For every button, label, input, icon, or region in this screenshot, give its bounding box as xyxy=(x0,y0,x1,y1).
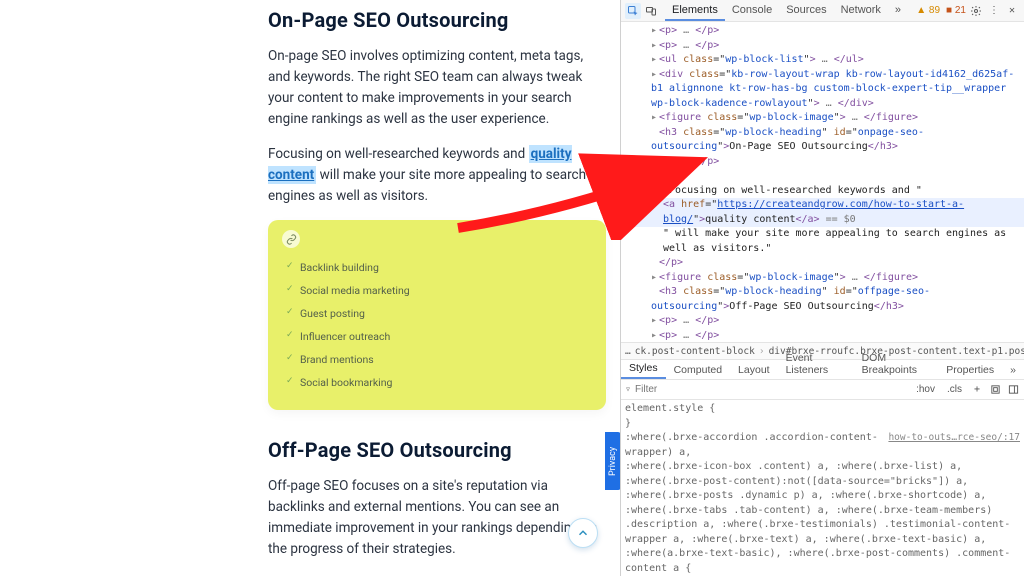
checklist: Backlink building Social media marketing… xyxy=(286,256,588,394)
inspect-icon[interactable] xyxy=(625,3,641,19)
new-style-rule-icon[interactable]: + xyxy=(970,383,984,397)
list-item: Social bookmarking xyxy=(286,371,588,394)
styles-panel: Styles Computed Layout Event Listeners D… xyxy=(621,360,1024,576)
hov-toggle[interactable]: :hov xyxy=(912,383,939,396)
filter-icon: ▿ xyxy=(625,384,631,395)
gear-icon[interactable] xyxy=(968,3,984,19)
chevron-up-icon xyxy=(576,526,590,540)
article-panel: On-Page SEO Outsourcing On-page SEO invo… xyxy=(0,0,620,576)
scroll-to-top-button[interactable] xyxy=(568,518,598,548)
tab-network[interactable]: Network xyxy=(834,0,888,21)
tab-styles[interactable]: Styles xyxy=(621,359,666,379)
devtools-toolbar: Elements Console Sources Network » ▲ 89 … xyxy=(621,0,1024,22)
callout-card: Backlink building Social media marketing… xyxy=(268,220,606,410)
heading-off-page: Off-Page SEO Outsourcing xyxy=(268,438,606,462)
tab-event-listeners[interactable]: Event Listeners xyxy=(778,349,854,379)
kebab-menu-icon[interactable]: ⋮ xyxy=(986,3,1002,19)
tabs-overflow-icon[interactable]: » xyxy=(888,0,908,21)
issue-count[interactable]: ■ 21 xyxy=(946,5,966,16)
list-item: Brand mentions xyxy=(286,348,588,371)
heading-on-page: On-Page SEO Outsourcing xyxy=(268,8,606,32)
paragraph: On-page SEO involves optimizing content,… xyxy=(268,46,606,130)
list-item: Social media marketing xyxy=(286,279,588,302)
tab-layout[interactable]: Layout xyxy=(730,361,778,379)
link-icon xyxy=(282,230,300,248)
sidebar-toggle-icon[interactable] xyxy=(1006,383,1020,397)
tabs-overflow-icon[interactable]: » xyxy=(1002,361,1024,379)
computed-reveal-icon[interactable] xyxy=(988,383,1002,397)
list-item: Influencer outreach xyxy=(286,325,588,348)
tab-computed[interactable]: Computed xyxy=(666,361,730,379)
warning-count[interactable]: ▲ 89 xyxy=(916,5,940,16)
devtools-panel: Elements Console Sources Network » ▲ 89 … xyxy=(620,0,1024,576)
device-toolbar-icon[interactable] xyxy=(643,3,659,19)
paragraph: Focusing on well-researched keywords and… xyxy=(268,144,606,207)
cls-toggle[interactable]: .cls xyxy=(943,383,966,396)
styles-filter-input[interactable] xyxy=(635,384,767,395)
tab-properties[interactable]: Properties xyxy=(938,361,1002,379)
tab-console[interactable]: Console xyxy=(725,0,779,21)
list-item: Guest posting xyxy=(286,302,588,325)
tab-dom-breakpoints[interactable]: DOM Breakpoints xyxy=(854,349,939,379)
close-icon[interactable]: ✕ xyxy=(1004,3,1020,19)
list-item: Backlink building xyxy=(286,256,588,279)
tab-sources[interactable]: Sources xyxy=(779,0,833,21)
tab-elements[interactable]: Elements xyxy=(665,0,725,21)
dom-tree[interactable]: ▸<p> … </p> ▸<p> … </p> ▸<ul class="wp-b… xyxy=(621,22,1024,342)
paragraph: Off-page SEO focuses on a site's reputat… xyxy=(268,476,606,560)
privacy-tab[interactable]: Privacy xyxy=(605,432,620,490)
css-rules[interactable]: element.style { } how-to-outs…rce-seo/:1… xyxy=(621,400,1024,576)
